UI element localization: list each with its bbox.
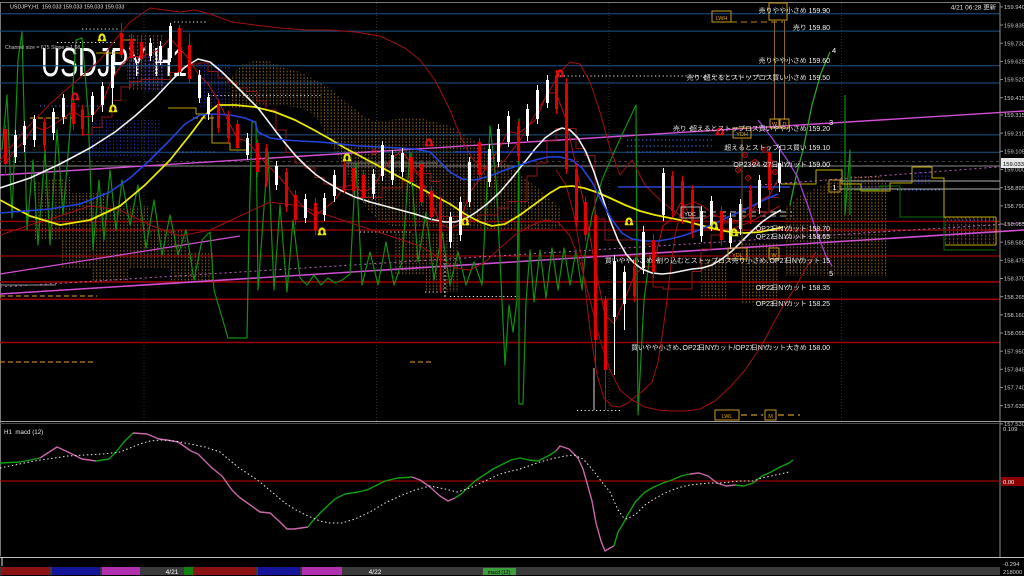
svg-text:218000: 218000 (1003, 570, 1022, 576)
svg-text:macd (12): macd (12) (488, 570, 511, 576)
svg-text:159.940: 159.940 (1004, 5, 1024, 11)
svg-text:OP27: OP27 (769, 258, 787, 265)
svg-text:OP27: OP27 (756, 234, 774, 241)
svg-text:159.415: 159.415 (1004, 96, 1024, 102)
svg-text:159.105: 159.105 (1004, 150, 1024, 156)
svg-text:159.730: 159.730 (1004, 41, 1024, 47)
svg-text:4/22: 4/22 (369, 569, 382, 576)
svg-text:158.580: 158.580 (1004, 240, 1024, 246)
svg-text:4/21: 4/21 (166, 569, 179, 576)
svg-text:159.50: 159.50 (807, 75, 830, 82)
svg-text:157.740: 157.740 (1004, 386, 1024, 392)
svg-text:15: 15 (820, 258, 830, 265)
svg-text:158.25: 158.25 (807, 301, 830, 308)
svg-text:159.60: 159.60 (807, 58, 830, 65)
svg-text:159.520: 159.520 (1004, 78, 1024, 84)
svg-text:159.20: 159.20 (807, 126, 830, 133)
svg-text:H1 macd (12): H1 macd (12) (4, 429, 43, 436)
svg-text:W: W (772, 122, 778, 128)
svg-text:158.160: 158.160 (1004, 313, 1024, 319)
svg-text:4: 4 (832, 46, 836, 55)
svg-text:1: 1 (832, 183, 836, 192)
svg-text:0.109: 0.109 (1003, 427, 1018, 433)
svg-text:158.685: 158.685 (1004, 222, 1024, 228)
svg-text:4/21 06:28: 4/21 06:28 (951, 5, 984, 12)
svg-text:159.835: 159.835 (1004, 23, 1024, 29)
svg-text:NY: NY (778, 301, 788, 308)
svg-text:NY: NY (778, 285, 788, 292)
svg-text:159.00: 159.00 (807, 162, 830, 169)
svg-text:159.90: 159.90 (807, 8, 830, 15)
svg-text:OP23: OP23 (756, 301, 774, 308)
svg-text:159.000: 159.000 (1004, 168, 1024, 174)
svg-text:M: M (768, 414, 773, 420)
svg-text:24: 24 (752, 162, 760, 169)
svg-text:158.475: 158.475 (1004, 259, 1024, 265)
svg-text:/OP27: /OP27 (733, 345, 753, 352)
svg-text:159.210: 159.210 (1004, 131, 1024, 137)
svg-text:LWH: LWH (716, 16, 728, 22)
svg-text:158.70: 158.70 (807, 226, 830, 233)
svg-text:YDC: YDC (684, 212, 696, 218)
svg-text:157.845: 157.845 (1004, 368, 1024, 374)
svg-text:157.950: 157.950 (1004, 349, 1024, 355)
svg-text:USDJPY,H1 159.033 159.033 159: USDJPY,H1 159.033 159.033 159.033 159.03… (10, 5, 124, 11)
svg-text:158.35: 158.35 (807, 285, 830, 292)
svg-text:159.033: 159.033 (1003, 162, 1024, 168)
svg-text:NY: NY (778, 162, 788, 169)
svg-text:27: 27 (764, 162, 772, 169)
svg-text:NY: NY (705, 345, 715, 352)
svg-text:OP22: OP22 (756, 285, 774, 292)
svg-text:158.055: 158.055 (1004, 331, 1024, 337)
svg-text:159.625: 159.625 (1004, 60, 1024, 66)
svg-text:158.265: 158.265 (1004, 295, 1024, 301)
svg-text:159.315: 159.315 (1004, 113, 1024, 119)
svg-text:NY: NY (758, 345, 768, 352)
svg-text:LWL: LWL (722, 414, 733, 420)
svg-text:Channel size = 675 Slope = 1.5: Channel size = 675 Slope = 1.58 (5, 45, 80, 51)
svg-text:158.00: 158.00 (807, 345, 830, 352)
svg-text:158.895: 158.895 (1004, 186, 1024, 192)
svg-text:0.00: 0.00 (1003, 480, 1014, 486)
svg-text:NY: NY (792, 258, 802, 265)
svg-text:159.80: 159.80 (807, 25, 830, 32)
svg-text:158.790: 158.790 (1004, 204, 1024, 210)
svg-text:OP22: OP22 (756, 226, 774, 233)
svg-text:-0.294: -0.294 (1003, 562, 1020, 568)
svg-text:NY: NY (778, 226, 788, 233)
svg-text:5: 5 (829, 269, 833, 278)
svg-text:OP22: OP22 (683, 345, 701, 352)
svg-text:NY: NY (778, 234, 788, 241)
svg-text:158.370: 158.370 (1004, 277, 1024, 283)
svg-text:YDH: YDH (736, 132, 748, 138)
svg-text:158.65: 158.65 (807, 234, 830, 241)
svg-text:157.635: 157.635 (1004, 404, 1024, 410)
svg-text:159.10: 159.10 (807, 145, 830, 152)
svg-text:OP23: OP23 (733, 162, 751, 169)
